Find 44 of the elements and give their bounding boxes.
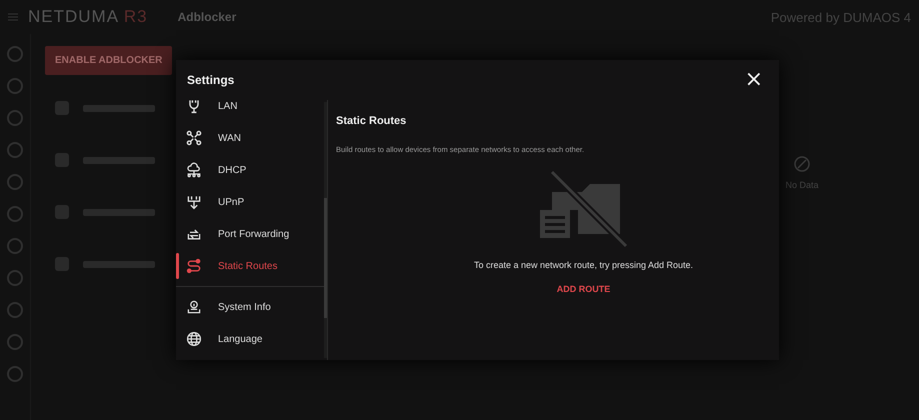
device-icon [55,101,69,115]
route-path-icon [186,258,202,274]
blurred-text [83,104,155,112]
section-title: Static Routes [336,115,408,127]
settings-nav-item[interactable]: WAN [176,122,327,154]
device-icon [55,257,69,271]
settings-nav-item[interactable]: Port Forwarding [176,218,327,250]
sidebar-icon[interactable] [7,366,23,382]
logo: NETDUMA R3 [28,7,148,27]
sidebar-icon[interactable] [7,110,23,126]
cloud-network-icon [186,162,202,178]
device-icon [55,153,69,167]
sidebar-icon[interactable] [7,302,23,318]
add-route-button[interactable]: ADD ROUTE [548,280,618,298]
blurred-text [83,260,155,268]
down-arrow-plug-icon [186,194,202,210]
sidebar-icon[interactable] [7,142,23,158]
settings-nav-item[interactable]: Language [176,323,327,355]
close-button[interactable]: × [738,69,769,91]
empty-message: To create a new network route, try pressing Add Route. [474,260,694,270]
sidebar-icon[interactable] [7,78,23,94]
device-icon [55,205,69,219]
modal-title: Settings [187,73,236,87]
sidebar-icon[interactable] [7,238,23,254]
sidebar-icon[interactable] [7,174,23,190]
no-data-icon [794,156,810,172]
menu-icon[interactable] [8,13,18,21]
sidebar-icon[interactable] [7,46,23,62]
page-title: Adblocker [178,10,236,24]
scrollbar-thumb[interactable] [324,198,327,318]
settings-nav-item[interactable]: Static Routes [176,250,327,282]
sidebar-icon[interactable] [7,270,23,286]
network-nodes-icon [186,130,202,146]
sidebar-icon[interactable] [7,206,23,222]
sidebar-icon[interactable] [7,334,23,350]
blurred-text [83,208,155,216]
settings-nav-item[interactable]: System Info [176,291,327,323]
globe-icon [186,331,202,347]
monitor-person-icon [186,299,202,315]
settings-nav-item[interactable]: DHCP [176,154,327,186]
blurred-text [83,156,155,164]
settings-nav-item[interactable]: LAN [176,100,327,122]
settings-nav-item[interactable]: UPnP [176,186,327,218]
crossed-document-icon [538,170,630,248]
